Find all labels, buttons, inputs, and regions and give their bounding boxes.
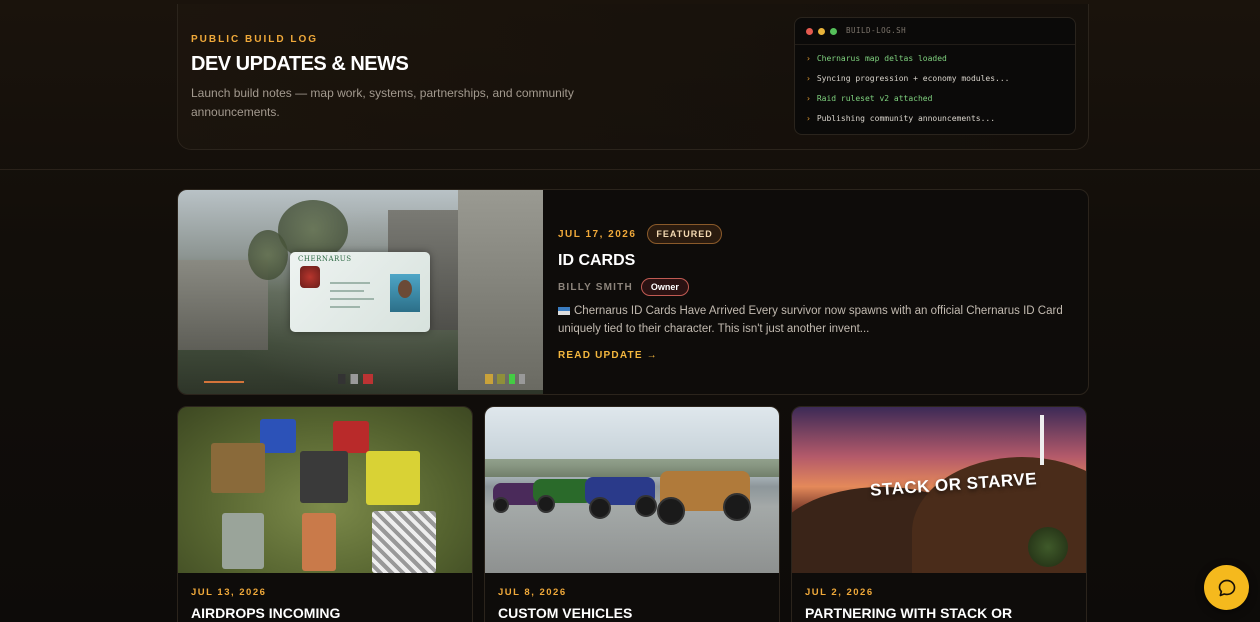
crate-brown	[211, 443, 265, 493]
id-card-line	[330, 282, 370, 284]
post-card-airdrops[interactable]: JUL 13, 2026 AIRDROPS INCOMING	[177, 406, 473, 622]
id-card-line	[330, 298, 374, 300]
read-update-link[interactable]: READ UPDATE →	[558, 350, 658, 361]
build-log-terminal: BUILD-LOG.SH › Chernarus map deltas loade…	[794, 17, 1076, 135]
crate-yellow	[366, 451, 420, 505]
post-image-partnering[interactable]: STACK OR STARVE	[792, 407, 1086, 573]
id-card-header: CHERNARUS	[298, 255, 352, 263]
crate-blue	[260, 419, 296, 453]
author-name: BILLY SMITH	[558, 281, 633, 293]
featured-meta: JUL 17, 2026 FEATURED	[558, 224, 722, 244]
terminal-title: BUILD-LOG.SH	[846, 26, 907, 35]
crest-icon	[300, 266, 320, 288]
post-image-vehicles[interactable]	[485, 407, 779, 573]
terminal-lines: › Chernarus map deltas loaded › Syncing pr…	[795, 45, 1075, 135]
id-card-emoji-icon	[558, 306, 570, 315]
terminal-line: › Publishing community announcements...	[806, 114, 996, 123]
terminal-line: › Raid ruleset v2 attached	[806, 94, 933, 103]
post-card-partnering[interactable]: STACK OR STARVE JUL 2, 2026 PARTNERING W…	[791, 406, 1087, 622]
chat-button[interactable]	[1204, 565, 1249, 610]
id-card-graphic: CHERNARUS	[290, 252, 430, 332]
scene-tree	[248, 230, 288, 280]
chat-bubble-icon	[1218, 579, 1235, 596]
wheel	[589, 497, 611, 519]
hero-eyebrow: PUBLIC BUILD LOG	[191, 34, 318, 45]
hud-health-bar	[204, 381, 244, 383]
radio-tower	[1040, 415, 1044, 465]
featured-post-body: JUL 17, 2026 FEATURED ID CARDS BILLY SMI…	[558, 190, 1088, 394]
wheel	[723, 493, 751, 521]
post-date: JUL 13, 2026	[191, 587, 267, 598]
prompt-chevron-icon: ›	[806, 134, 811, 135]
minimize-dot-icon	[818, 28, 825, 35]
crate-orange	[302, 513, 336, 571]
crate-camo	[222, 513, 264, 569]
post-title[interactable]: ID CARDS	[558, 252, 635, 270]
id-card-line	[330, 306, 360, 308]
author-row: BILLY SMITH Owner	[558, 278, 689, 296]
wheel	[657, 497, 685, 525]
hero-subtitle: Launch build notes — map work, systems, …	[191, 86, 574, 119]
scene-tree	[278, 200, 348, 260]
post-date: JUL 2, 2026	[805, 587, 874, 598]
post-title[interactable]: AIRDROPS INCOMING	[191, 605, 340, 621]
terminal-titlebar: BUILD-LOG.SH	[795, 18, 1075, 45]
terminal-line: › Chernarus map deltas loaded	[806, 54, 947, 63]
maximize-dot-icon	[830, 28, 837, 35]
featured-badge: FEATURED	[647, 224, 722, 244]
post-date: JUL 8, 2026	[498, 587, 567, 598]
close-dot-icon	[806, 28, 813, 35]
wheel	[635, 495, 657, 517]
author-role-badge: Owner	[640, 278, 689, 296]
post-date: JUL 17, 2026	[558, 228, 637, 240]
wheel	[493, 497, 509, 513]
crate-white	[372, 511, 436, 573]
crate-red	[333, 421, 369, 453]
post-card-vehicles[interactable]: JUL 8, 2026 CUSTOM VEHICLES	[484, 406, 780, 622]
post-excerpt: Chernarus ID Cards Have Arrived Every su…	[558, 305, 1063, 335]
featured-post-image[interactable]: CHERNARUS	[178, 190, 543, 394]
page-title: DEV UPDATES & NEWS	[191, 53, 409, 75]
post-image-airdrops[interactable]	[178, 407, 472, 573]
section-divider	[0, 169, 1260, 170]
prompt-chevron-icon: ›	[806, 74, 811, 83]
hero-panel: PUBLIC BUILD LOG DEV UPDATES & NEWS Laun…	[177, 4, 1089, 150]
scene-building	[458, 190, 543, 390]
prompt-chevron-icon: ›	[806, 54, 811, 63]
prompt-chevron-icon: ›	[806, 94, 811, 103]
hud-inventory-icons	[338, 374, 388, 384]
crate-black	[300, 451, 348, 503]
prompt-chevron-icon: ›	[806, 114, 811, 123]
palm-tree	[1028, 527, 1068, 567]
featured-post-card[interactable]: CHERNARUS JUL 17, 2026 FEATURED ID CARDS…	[177, 189, 1089, 395]
id-face	[398, 280, 412, 298]
hud-status-icons	[485, 374, 525, 384]
post-title[interactable]: CUSTOM VEHICLES	[498, 605, 632, 621]
terminal-line-faded: ›Chernarus map deltas loaded	[806, 129, 1075, 135]
wheel	[537, 495, 555, 513]
post-title[interactable]: PARTNERING WITH STACK OR	[805, 605, 1012, 621]
terminal-line: › Syncing progression + economy modules..…	[806, 74, 1010, 83]
id-card-line	[330, 290, 364, 292]
